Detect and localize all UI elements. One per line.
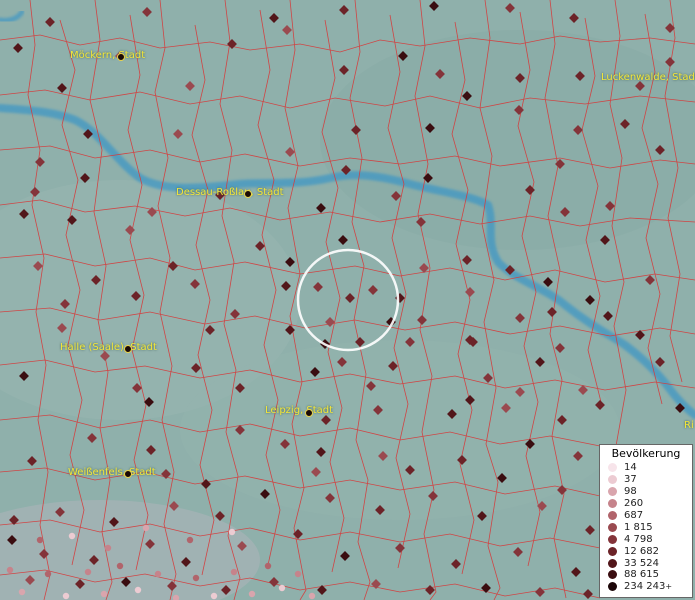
city-label-moeckern[interactable]: Möckern, Stadt [70,50,145,61]
legend-label: 687 [624,510,644,521]
city-marker-dessau[interactable] [244,190,252,198]
settlement-marker[interactable] [228,528,236,536]
legend-label: 37 [624,474,637,486]
city-label-dessau[interactable]: Dessau-Roßlau, Stadt [176,187,284,198]
legend-item: 687 [600,510,692,522]
settlement-marker[interactable] [84,568,92,576]
legend-label: 33 524 [624,557,659,569]
legend-swatch [608,546,617,556]
settlement-marker[interactable] [264,562,272,570]
legend-swatch [608,570,617,580]
legend-label: 234 243 [624,581,666,593]
settlement-marker[interactable] [278,584,286,592]
city-label-luckenwalde[interactable]: Luckenwalde, Stadt [601,72,695,83]
legend-item: 260 [600,498,692,510]
legend-item: 14 [600,462,692,474]
city-marker-halle[interactable] [124,345,132,353]
map-canvas[interactable] [0,0,695,600]
city-label-riesa[interactable]: Ri [684,420,694,431]
settlement-marker[interactable] [134,586,142,594]
city-marker-moeckern[interactable] [117,53,125,61]
settlement-marker[interactable] [104,544,112,552]
legend-label: 98 [624,486,637,498]
legend-item: 4 798 [600,533,692,545]
legend-swatch [608,522,617,532]
legend-swatch [608,463,617,473]
settlement-marker[interactable] [186,536,194,544]
legend-item: 1 815 [600,521,692,533]
legend-swatch [608,582,617,592]
city-marker-weissenfels[interactable] [124,470,132,478]
settlement-marker[interactable] [154,570,162,578]
legend-label: 4 798 [624,533,653,545]
settlement-marker[interactable] [36,536,44,544]
settlement-marker[interactable] [230,568,238,576]
settlement-marker[interactable] [308,592,316,600]
legend-swatch [608,487,617,497]
legend-title: Bevölkerung [611,447,681,460]
legend-label: 12 682 [624,545,659,557]
legend-item: 12 682 [600,545,692,557]
legend-swatch [608,558,617,568]
settlement-marker[interactable] [142,524,150,532]
settlement-marker[interactable] [18,588,26,596]
legend-swatch [608,534,617,544]
settlement-marker[interactable] [44,570,52,578]
settlement-marker[interactable] [116,562,124,570]
settlement-marker[interactable] [62,592,70,600]
legend-label: 260 [624,498,644,510]
city-label-weissenfels[interactable]: Weißenfels, Stadt [68,467,156,478]
legend-swatch [608,499,617,509]
legend-item: 234 243 + [600,581,692,593]
city-label-leipzig[interactable]: Leipzig, Stadt [265,405,333,416]
legend-item: 37 [600,474,692,486]
population-legend: Bevölkerung 14 37 98 260 687 1 815 4 798 12 682… [599,444,693,598]
legend-label: 14 [624,462,637,474]
legend-swatch [608,511,617,520]
legend-label: 1 815 [624,521,653,533]
settlement-marker[interactable] [248,590,256,598]
legend-swatch [608,475,617,485]
legend-suffix: + [665,582,673,592]
settlement-marker[interactable] [100,590,108,598]
city-label-halle[interactable]: Halle (Saale), Stadt [60,342,157,353]
settlement-marker[interactable] [6,566,14,574]
legend-item: 33 524 [600,557,692,569]
legend-item: 88 615 [600,569,692,581]
legend-item: 98 [600,486,692,498]
settlement-marker[interactable] [294,570,302,578]
legend-label: 88 615 [624,569,659,581]
settlement-marker[interactable] [192,574,200,582]
city-marker-leipzig[interactable] [305,409,313,417]
settlement-marker[interactable] [210,592,218,600]
settlement-marker[interactable] [68,532,76,540]
map-view[interactable]: Möckern, Stadt Luckenwalde, Stadt Dessau… [0,0,695,600]
